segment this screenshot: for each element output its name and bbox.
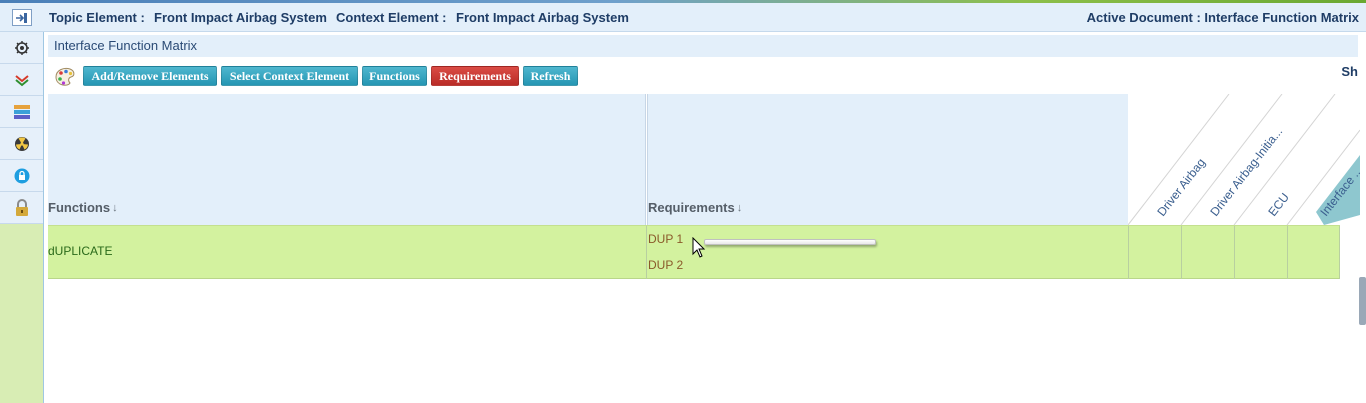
requirements-header-text: Requirements <box>648 200 735 215</box>
requirement-item[interactable]: DUP 1 <box>648 232 683 246</box>
context-element-value: Front Impact Airbag System <box>456 10 629 25</box>
sidebar-radiation-button[interactable] <box>0 128 43 160</box>
palette-button[interactable] <box>53 66 77 88</box>
requirements-header-label: Requirements ↓ <box>648 200 742 215</box>
sidebar-icon-group <box>0 32 43 224</box>
topic-element-label: Topic Element : <box>49 10 145 25</box>
padlock-icon <box>15 198 28 216</box>
lock-circle-icon <box>14 168 29 183</box>
topic-element-value: Front Impact Airbag System <box>154 10 327 25</box>
diagonal-headers-svg: Driver Airbag Driver Airbag-Initia... EC… <box>1128 94 1360 225</box>
functions-button[interactable]: Functions <box>362 66 427 86</box>
gear-icon <box>14 40 29 55</box>
toolbar: Add/Remove Elements Select Context Eleme… <box>48 62 1358 92</box>
toolbar-truncated-label: Sh <box>1341 64 1358 79</box>
column-header-driver-airbag[interactable]: Driver Airbag <box>1154 156 1208 219</box>
functions-column-header[interactable]: Functions ↓ <box>48 94 646 225</box>
cell-divider <box>1181 226 1182 279</box>
panel-title: Interface Function Matrix <box>48 35 1358 57</box>
mouse-cursor-icon <box>692 237 706 258</box>
stack-icon <box>13 104 30 119</box>
cell-divider <box>1234 226 1235 279</box>
cell-divider <box>1128 226 1129 279</box>
palette-icon <box>55 67 75 86</box>
diagonal-column-headers: Driver Airbag Driver Airbag-Initia... EC… <box>1128 94 1360 225</box>
refresh-button[interactable]: Refresh <box>523 66 578 86</box>
sidebar-settings-button[interactable] <box>0 32 43 64</box>
context-element-label: Context Element : <box>336 10 447 25</box>
cell-divider <box>1339 226 1340 279</box>
header-bar: Topic Element : Front Impact Airbag Syst… <box>0 3 1366 32</box>
sidebar-lock-button[interactable] <box>0 160 43 192</box>
requirements-button[interactable]: Requirements <box>431 66 519 86</box>
drag-tooltip <box>704 239 876 245</box>
layers-icon <box>14 74 29 86</box>
requirements-column-header[interactable]: Requirements ↓ <box>647 94 1128 225</box>
active-document: Active Document : Interface Function Mat… <box>1086 10 1359 25</box>
expand-icon <box>16 12 27 23</box>
sort-down-icon[interactable]: ↓ <box>737 202 743 214</box>
sidebar-stack-button[interactable] <box>0 96 43 128</box>
add-remove-elements-button[interactable]: Add/Remove Elements <box>83 66 217 86</box>
radiation-icon <box>14 136 29 151</box>
sort-down-icon[interactable]: ↓ <box>112 202 118 214</box>
cell-divider <box>1287 226 1288 279</box>
select-context-element-button[interactable]: Select Context Element <box>221 66 358 86</box>
sidebar-layers-button[interactable] <box>0 64 43 96</box>
function-cell[interactable]: dUPLICATE <box>48 244 112 258</box>
left-sidebar <box>0 32 44 403</box>
functions-header-label: Functions ↓ <box>48 200 118 215</box>
functions-header-text: Functions <box>48 200 111 215</box>
expand-panel-button[interactable] <box>12 9 32 26</box>
vertical-scrollbar-thumb[interactable] <box>1359 277 1366 325</box>
sidebar-padlock-button[interactable] <box>0 192 43 224</box>
requirement-item[interactable]: DUP 2 <box>648 258 683 272</box>
column-header-ecu[interactable]: ECU <box>1265 190 1292 219</box>
cell-divider <box>646 226 647 279</box>
